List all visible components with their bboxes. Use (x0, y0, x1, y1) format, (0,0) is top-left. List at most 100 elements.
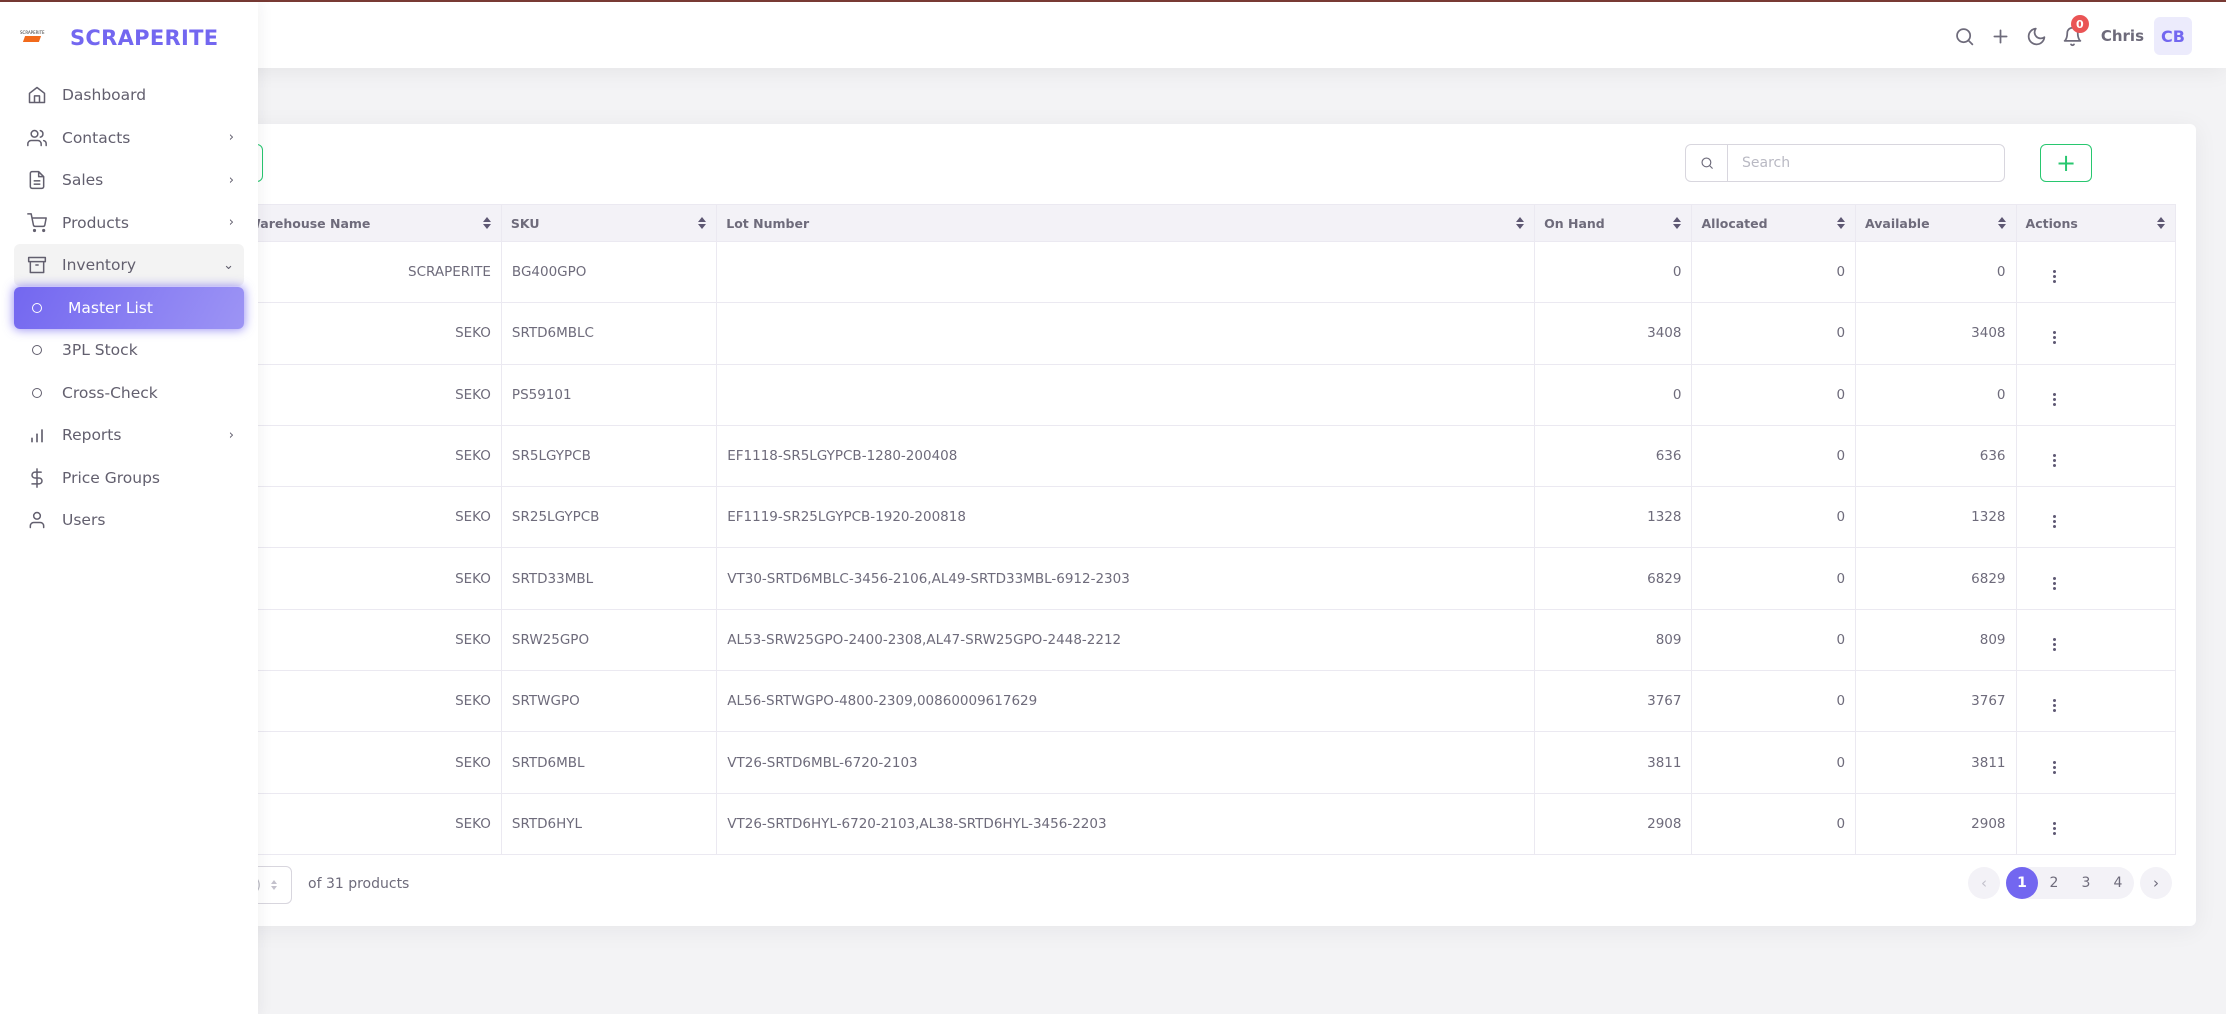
search-group (1685, 144, 2005, 182)
inventory-table: Warehouse Name SKU Lot Number On Hand Al… (180, 204, 2177, 855)
column-header-on-hand[interactable]: On Hand (1534, 204, 1693, 242)
sidebar-item-label: Master List (68, 298, 153, 317)
next-page-button[interactable]: › (2140, 867, 2172, 899)
home-icon (26, 84, 48, 106)
more-vertical-icon[interactable] (2052, 515, 2056, 529)
circle-icon (26, 297, 48, 319)
allocated-cell: 0 (1691, 608, 1857, 672)
sidebar-item-products[interactable]: Products › (14, 202, 244, 244)
sidebar-item-cross-check[interactable]: Cross-Check (14, 372, 244, 414)
available-cell: 809 (1855, 608, 2017, 672)
page-button[interactable]: 1 (2006, 867, 2038, 899)
prev-page-button[interactable]: ‹ (1968, 867, 2000, 899)
table-row: -12-20SEKOSRTD33MBLVT30-SRTD6MBLC-3456-2… (180, 547, 2177, 610)
more-vertical-icon[interactable] (2052, 392, 2056, 406)
page-button[interactable]: 4 (2102, 867, 2134, 899)
more-vertical-icon[interactable] (2052, 637, 2056, 651)
allocated-cell: 0 (1691, 670, 1857, 733)
bell-icon[interactable]: 0 (2055, 15, 2091, 54)
sidebar-item-sales[interactable]: Sales › (14, 159, 244, 201)
available-cell: 2908 (1855, 792, 2017, 855)
more-vertical-icon[interactable] (2052, 331, 2056, 345)
sku-cell: SRTD6MBL (500, 731, 718, 794)
brand[interactable]: SCRAPERITE SCRAPERITE (0, 2, 258, 74)
more-vertical-icon[interactable] (2052, 760, 2056, 774)
sidebar: SCRAPERITE SCRAPERITE Dashboard Contacts… (0, 2, 258, 1014)
sidebar-item-label: Reports (62, 426, 122, 444)
sku-cell: SRW25GPO (500, 608, 718, 672)
warehouse-cell: SEKO (236, 486, 502, 549)
available-cell: 0 (1855, 363, 2017, 426)
sidebar-item-reports[interactable]: Reports › (14, 414, 244, 456)
sidebar-item-label: 3PL Stock (62, 341, 138, 359)
table-row: -12-20SEKOSRTWGPOAL56-SRTWGPO-4800-2309,… (180, 670, 2177, 733)
actions-cell (2015, 608, 2177, 672)
column-header-warehouse-name[interactable]: Warehouse Name (236, 204, 502, 242)
column-header-available[interactable]: Available (1855, 204, 2017, 242)
user-name[interactable]: Chris (2101, 27, 2144, 45)
sku-cell: SRTWGPO (500, 670, 718, 733)
actions-cell (2015, 424, 2177, 488)
on-hand-cell: 3811 (1534, 731, 1693, 794)
page-button[interactable]: 3 (2070, 867, 2102, 899)
add-button[interactable]: + (2040, 144, 2092, 182)
on-hand-cell: 1328 (1534, 486, 1693, 549)
table-row: -12-28SEKOSRTD6MBLVT26-SRTD6MBL-6720-210… (180, 731, 2177, 794)
more-vertical-icon[interactable] (2052, 699, 2056, 713)
on-hand-cell: 2908 (1534, 792, 1693, 855)
select-arrows-icon (271, 880, 277, 890)
total-products-label: of 31 products (308, 876, 410, 892)
sidebar-item-inventory[interactable]: Inventory ⌄ (14, 244, 244, 286)
column-header-sku[interactable]: SKU (500, 204, 718, 242)
warehouse-cell: SEKO (236, 302, 502, 365)
avatar[interactable]: CB (2154, 17, 2192, 55)
sidebar-item-label: Inventory (62, 256, 137, 274)
column-header-actions[interactable]: Actions (2015, 204, 2177, 242)
more-vertical-icon[interactable] (2052, 821, 2056, 835)
sidebar-item-label: Sales (62, 171, 104, 189)
table-header-row: Warehouse Name SKU Lot Number On Hand Al… (180, 204, 2177, 242)
plus-icon[interactable] (1983, 18, 2019, 54)
chevron-down-icon: ⌄ (223, 257, 234, 273)
actions-cell (2015, 302, 2177, 365)
column-header-allocated[interactable]: Allocated (1691, 204, 1857, 242)
pagination: ‹ 1 2 3 4 › (1968, 867, 2172, 899)
more-vertical-icon[interactable] (2052, 270, 2056, 284)
warehouse-cell: SEKO (236, 608, 502, 672)
sidebar-item-price-groups[interactable]: Price Groups (14, 457, 244, 499)
table-row: -11-02SEKOPS59101000 (180, 363, 2177, 426)
on-hand-cell: 0 (1534, 240, 1693, 304)
table-row: -12-20SEKOSRW25GPOAL53-SRW25GPO-2400-230… (180, 608, 2177, 672)
sku-cell: SRTD6MBLC (500, 302, 718, 365)
search-input[interactable] (1728, 145, 2004, 181)
bar-chart-icon (26, 424, 48, 446)
allocated-cell: 0 (1691, 240, 1857, 304)
page-button[interactable]: 2 (2038, 867, 2070, 899)
table-row: 12-04SEKOSRTD6MBLC340803408 (180, 302, 2177, 365)
sku-cell: SRTD6HYL (500, 792, 718, 855)
warehouse-cell: SCRAPERITE (236, 240, 502, 304)
on-hand-cell: 3408 (1534, 302, 1693, 365)
sidebar-item-contacts[interactable]: Contacts › (14, 117, 244, 159)
brand-logo-text: SCRAPERITE (20, 30, 45, 35)
sidebar-item-users[interactable]: Users (14, 499, 244, 541)
sidebar-item-master-list[interactable]: Master List (14, 286, 244, 329)
column-header-lot-number[interactable]: Lot Number (716, 204, 1536, 242)
allocated-cell: 0 (1691, 547, 1857, 610)
sidebar-item-dashboard[interactable]: Dashboard (14, 74, 244, 116)
available-cell: 3767 (1855, 670, 2017, 733)
more-vertical-icon[interactable] (2052, 454, 2056, 468)
notification-badge: 0 (2070, 15, 2089, 33)
allocated-cell: 0 (1691, 792, 1857, 855)
actions-cell (2015, 547, 2177, 610)
lot-number-cell (716, 363, 1536, 426)
sidebar-item-3pl-stock[interactable]: 3PL Stock (14, 329, 244, 371)
sku-cell: SRTD33MBL (500, 547, 718, 610)
more-vertical-icon[interactable] (2052, 576, 2056, 590)
lot-number-cell (716, 302, 1536, 365)
actions-cell (2015, 486, 2177, 549)
search-icon[interactable] (1947, 18, 1983, 54)
moon-icon[interactable] (2019, 18, 2055, 54)
navbar-actions: 0 Chris CB (1947, 15, 2192, 55)
top-navbar: 0 Chris CB (0, 2, 2226, 68)
